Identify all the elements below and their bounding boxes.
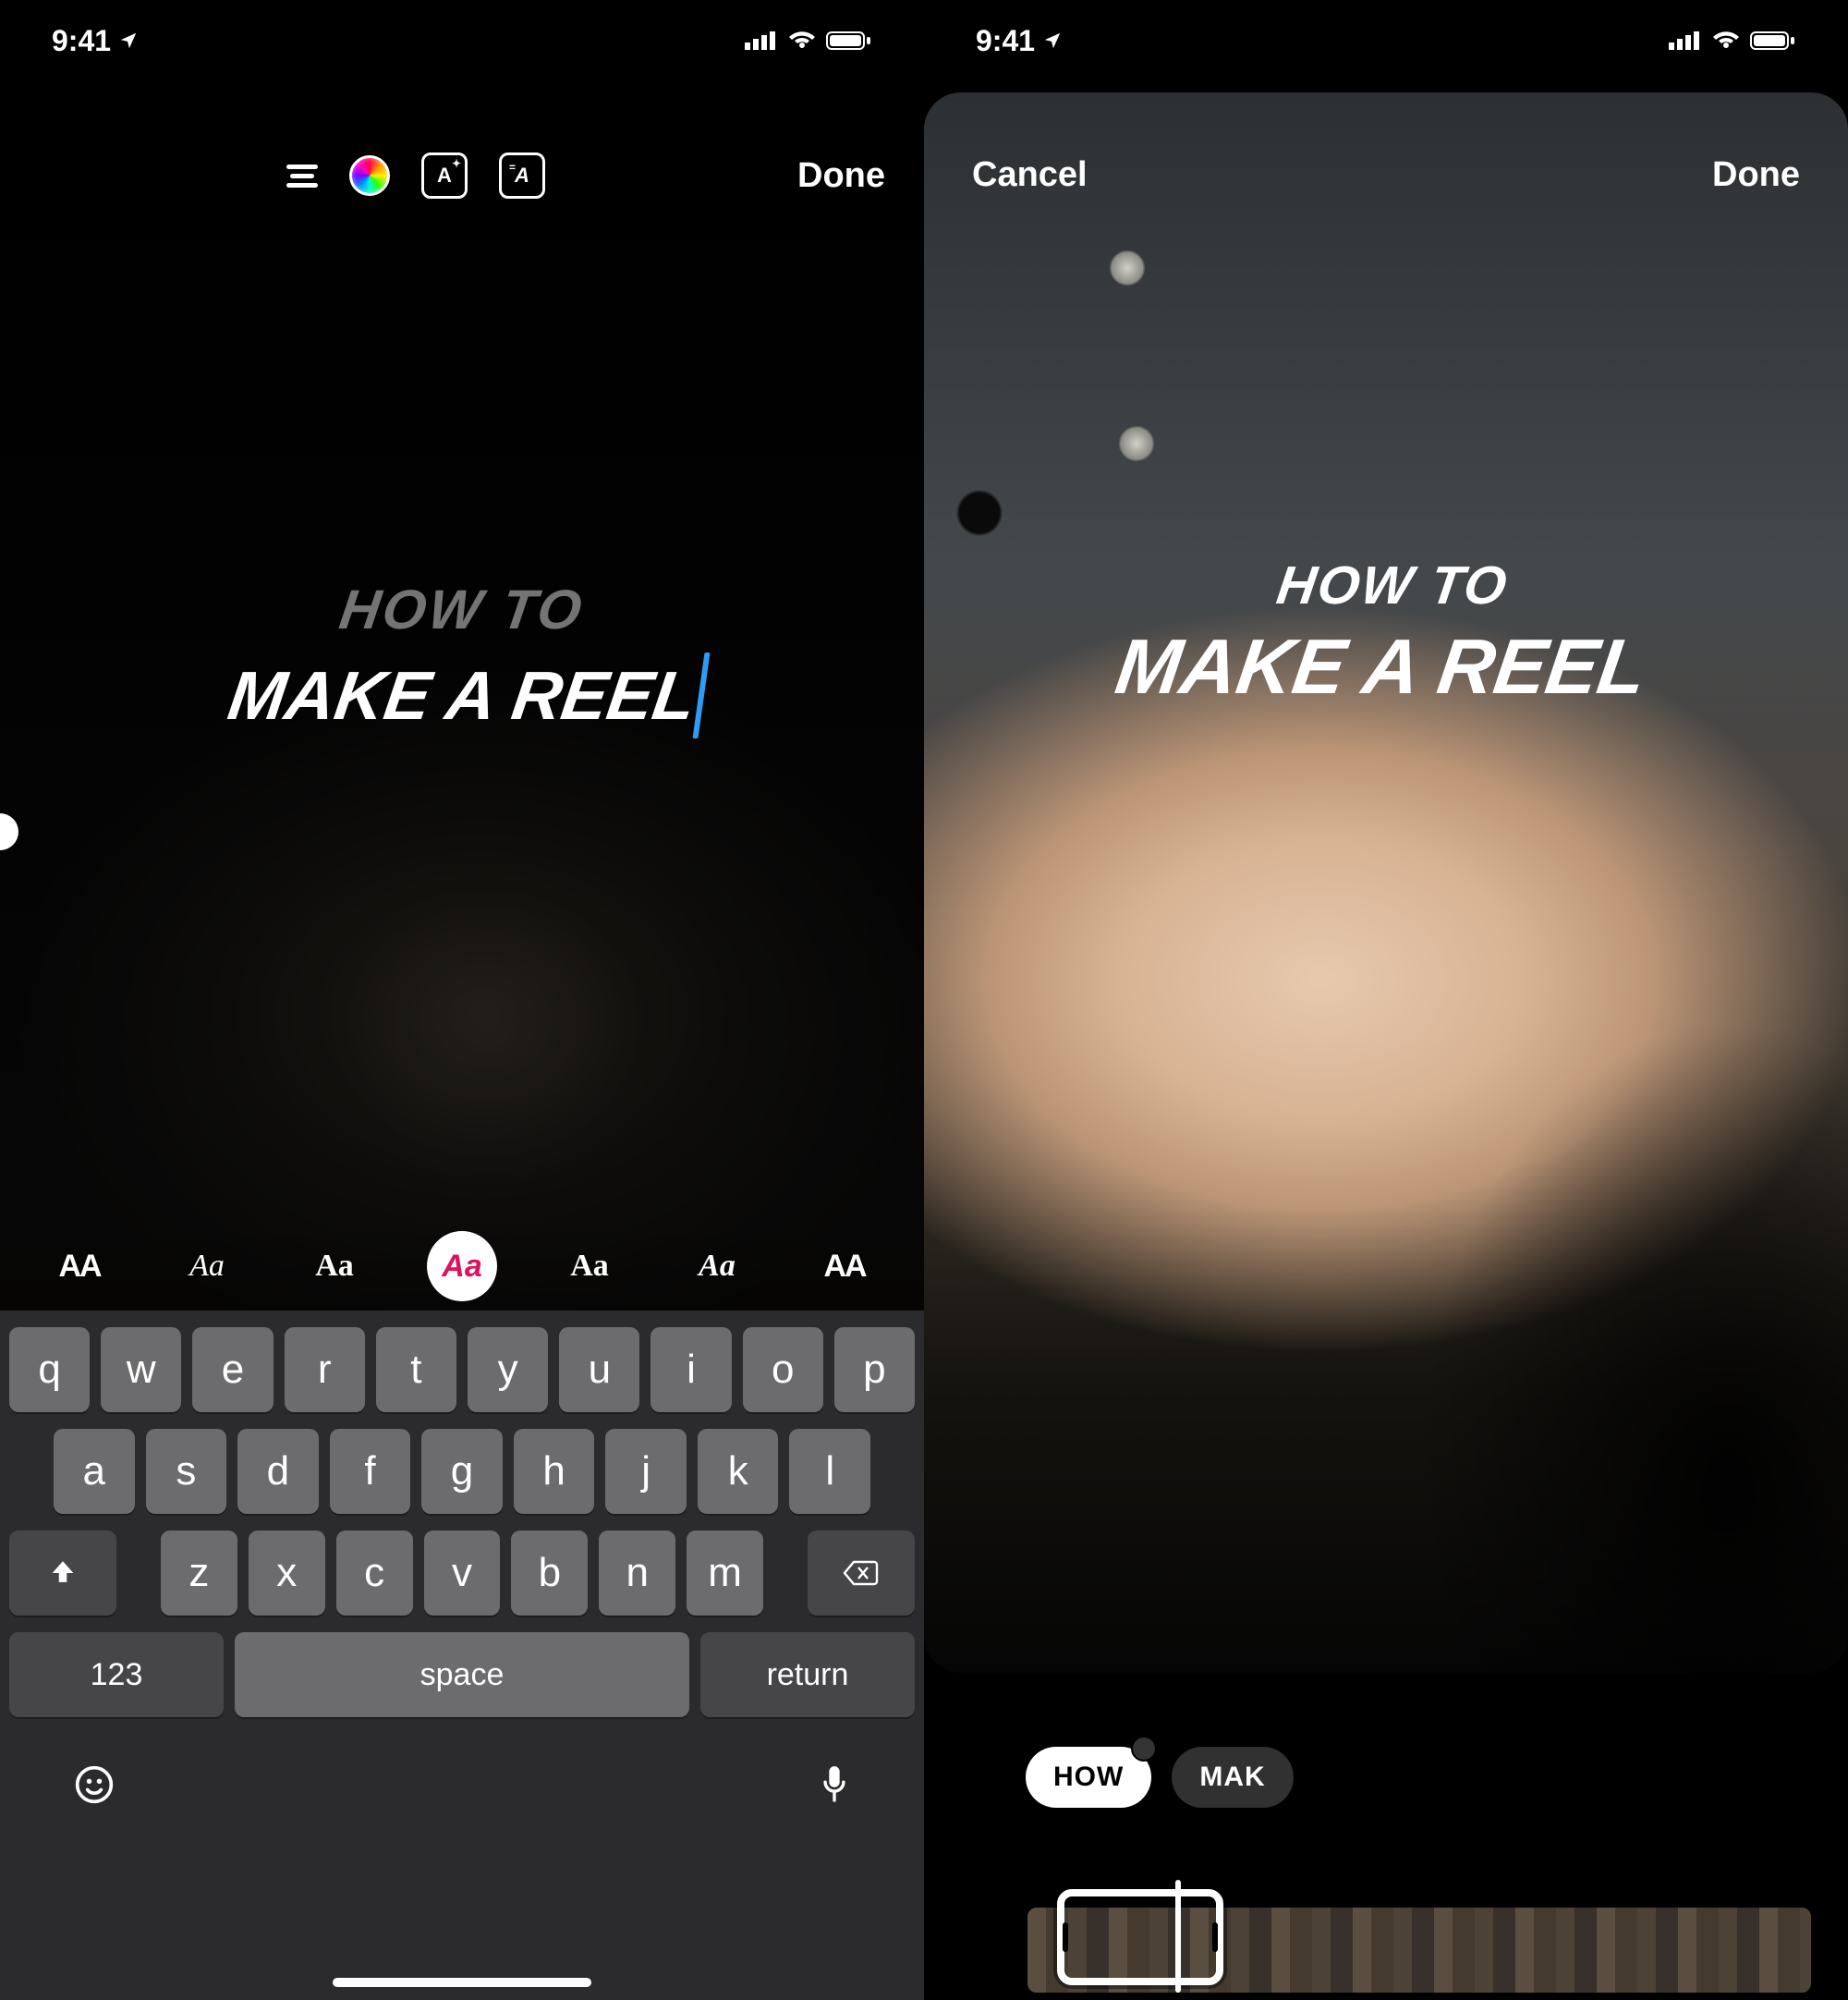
key-q[interactable]: q: [9, 1327, 90, 1412]
keyboard-accessory: [9, 1734, 915, 1835]
key-return[interactable]: return: [700, 1632, 915, 1717]
battery-icon: [1750, 30, 1796, 52]
key-s[interactable]: s: [146, 1429, 227, 1514]
key-space[interactable]: space: [235, 1632, 689, 1717]
battery-icon: [826, 30, 872, 52]
status-bar: 9:41: [0, 0, 924, 81]
text-line-1: HOW TO: [0, 578, 924, 641]
emoji-icon[interactable]: [74, 1764, 115, 1805]
text-clip-chips: HOW MAK: [1026, 1747, 1294, 1808]
key-a[interactable]: a: [54, 1429, 135, 1514]
text-clip-how-selected[interactable]: HOW: [1026, 1747, 1151, 1808]
key-f[interactable]: f: [330, 1429, 411, 1514]
key-row-4: 123 space return: [9, 1632, 915, 1717]
editor-canvas[interactable]: A ✦ = A Done HOW TO MAKE A REEL AA Aa Aa: [0, 92, 924, 2000]
text-animation-button[interactable]: A ✦: [421, 152, 468, 199]
font-option-6[interactable]: AA: [809, 1231, 880, 1301]
dictation-icon[interactable]: [819, 1762, 850, 1807]
key-n[interactable]: n: [599, 1530, 675, 1616]
video-timeline[interactable]: [1027, 1895, 1811, 2000]
text-effects-button[interactable]: = A: [499, 152, 545, 199]
text-line-2: MAKE A REEL: [924, 622, 1848, 712]
key-row-2: a s d f g h j k l: [9, 1429, 915, 1514]
align-center-icon[interactable]: [286, 160, 318, 192]
key-x[interactable]: x: [249, 1530, 325, 1616]
timeline-playhead[interactable]: [1175, 1880, 1181, 1993]
cellular-icon: [745, 30, 778, 52]
key-i[interactable]: i: [650, 1327, 731, 1412]
key-h[interactable]: h: [514, 1429, 595, 1514]
key-u[interactable]: u: [559, 1327, 639, 1412]
font-option-5[interactable]: Aa: [682, 1231, 752, 1301]
done-button[interactable]: Done: [797, 156, 885, 196]
key-p[interactable]: p: [834, 1327, 915, 1412]
status-time: 9:41: [976, 24, 1063, 58]
status-indicators: [745, 30, 872, 52]
wifi-icon: [1711, 30, 1741, 52]
key-z[interactable]: z: [161, 1530, 237, 1616]
key-c[interactable]: c: [336, 1530, 413, 1616]
key-backspace[interactable]: [808, 1530, 915, 1616]
font-option-3-active[interactable]: Aa: [427, 1231, 497, 1301]
key-numbers[interactable]: 123: [9, 1632, 224, 1717]
location-arrow-icon: [118, 30, 139, 51]
key-j[interactable]: j: [605, 1429, 687, 1514]
key-o[interactable]: o: [743, 1327, 823, 1412]
key-v[interactable]: v: [424, 1530, 501, 1616]
text-clip-make[interactable]: MAK: [1172, 1747, 1293, 1808]
status-time-text: 9:41: [52, 24, 111, 58]
ios-keyboard: q w e r t y u i o p a s d f g h j k l: [0, 1311, 924, 2000]
cancel-button[interactable]: Cancel: [972, 155, 1088, 195]
key-b[interactable]: b: [511, 1530, 588, 1616]
key-shift[interactable]: [9, 1530, 116, 1616]
animation-btn-label: A: [437, 164, 452, 188]
font-option-4[interactable]: Aa: [554, 1231, 625, 1301]
status-time: 9:41: [52, 24, 139, 58]
key-row-1: q w e r t y u i o p: [9, 1327, 915, 1412]
status-indicators: [1669, 30, 1796, 52]
status-time-text: 9:41: [976, 24, 1035, 58]
key-m[interactable]: m: [687, 1530, 763, 1616]
location-arrow-icon: [1042, 30, 1063, 51]
equals-icon: =: [509, 161, 516, 174]
key-d[interactable]: d: [237, 1429, 319, 1514]
key-k[interactable]: k: [698, 1429, 779, 1514]
font-option-2[interactable]: Aa: [299, 1231, 370, 1301]
wifi-icon: [787, 30, 817, 52]
done-button[interactable]: Done: [1712, 155, 1800, 195]
photo-details: [924, 92, 1848, 1673]
shift-icon: [47, 1557, 79, 1589]
status-bar: 9:41: [924, 0, 1848, 81]
home-indicator[interactable]: [333, 1978, 591, 1987]
timing-canvas: Cancel Done HOW TO MAKE A REEL HOW MAK: [924, 92, 1848, 2000]
key-e[interactable]: e: [192, 1327, 273, 1412]
text-overlay[interactable]: HOW TO MAKE A REEL: [0, 578, 924, 735]
font-style-picker[interactable]: AA Aa Aa Aa Aa Aa AA: [0, 1222, 924, 1311]
backspace-icon: [843, 1558, 880, 1588]
key-g[interactable]: g: [421, 1429, 503, 1514]
cellular-icon: [1669, 30, 1702, 52]
sparkle-icon: ✦: [452, 157, 461, 170]
font-option-1[interactable]: Aa: [172, 1231, 242, 1301]
key-r[interactable]: r: [285, 1327, 365, 1412]
text-line-1: HOW TO: [927, 555, 1848, 616]
key-row-3: z x c v b n m: [9, 1530, 915, 1616]
screen-text-editor: 9:41 A ✦ = A Done: [0, 0, 924, 2000]
text-line-2: MAKE A REEL: [224, 657, 700, 734]
key-t[interactable]: t: [376, 1327, 456, 1412]
key-l[interactable]: l: [789, 1429, 870, 1514]
text-toolbar: A ✦ = A Done: [0, 146, 924, 205]
color-picker-button[interactable]: [349, 155, 390, 196]
key-w[interactable]: w: [101, 1327, 181, 1412]
key-y[interactable]: y: [468, 1327, 548, 1412]
font-option-0[interactable]: AA: [44, 1231, 115, 1301]
timeline-selection-handles[interactable]: [1057, 1889, 1223, 1985]
text-overlay[interactable]: HOW TO MAKE A REEL: [924, 555, 1848, 712]
screen-text-timing: 9:41 Cancel Done HOW TO MAKE A REEL HOW …: [924, 0, 1848, 2000]
effects-btn-label: A: [515, 164, 529, 188]
video-preview[interactable]: Cancel Done HOW TO MAKE A REEL: [924, 92, 1848, 1673]
